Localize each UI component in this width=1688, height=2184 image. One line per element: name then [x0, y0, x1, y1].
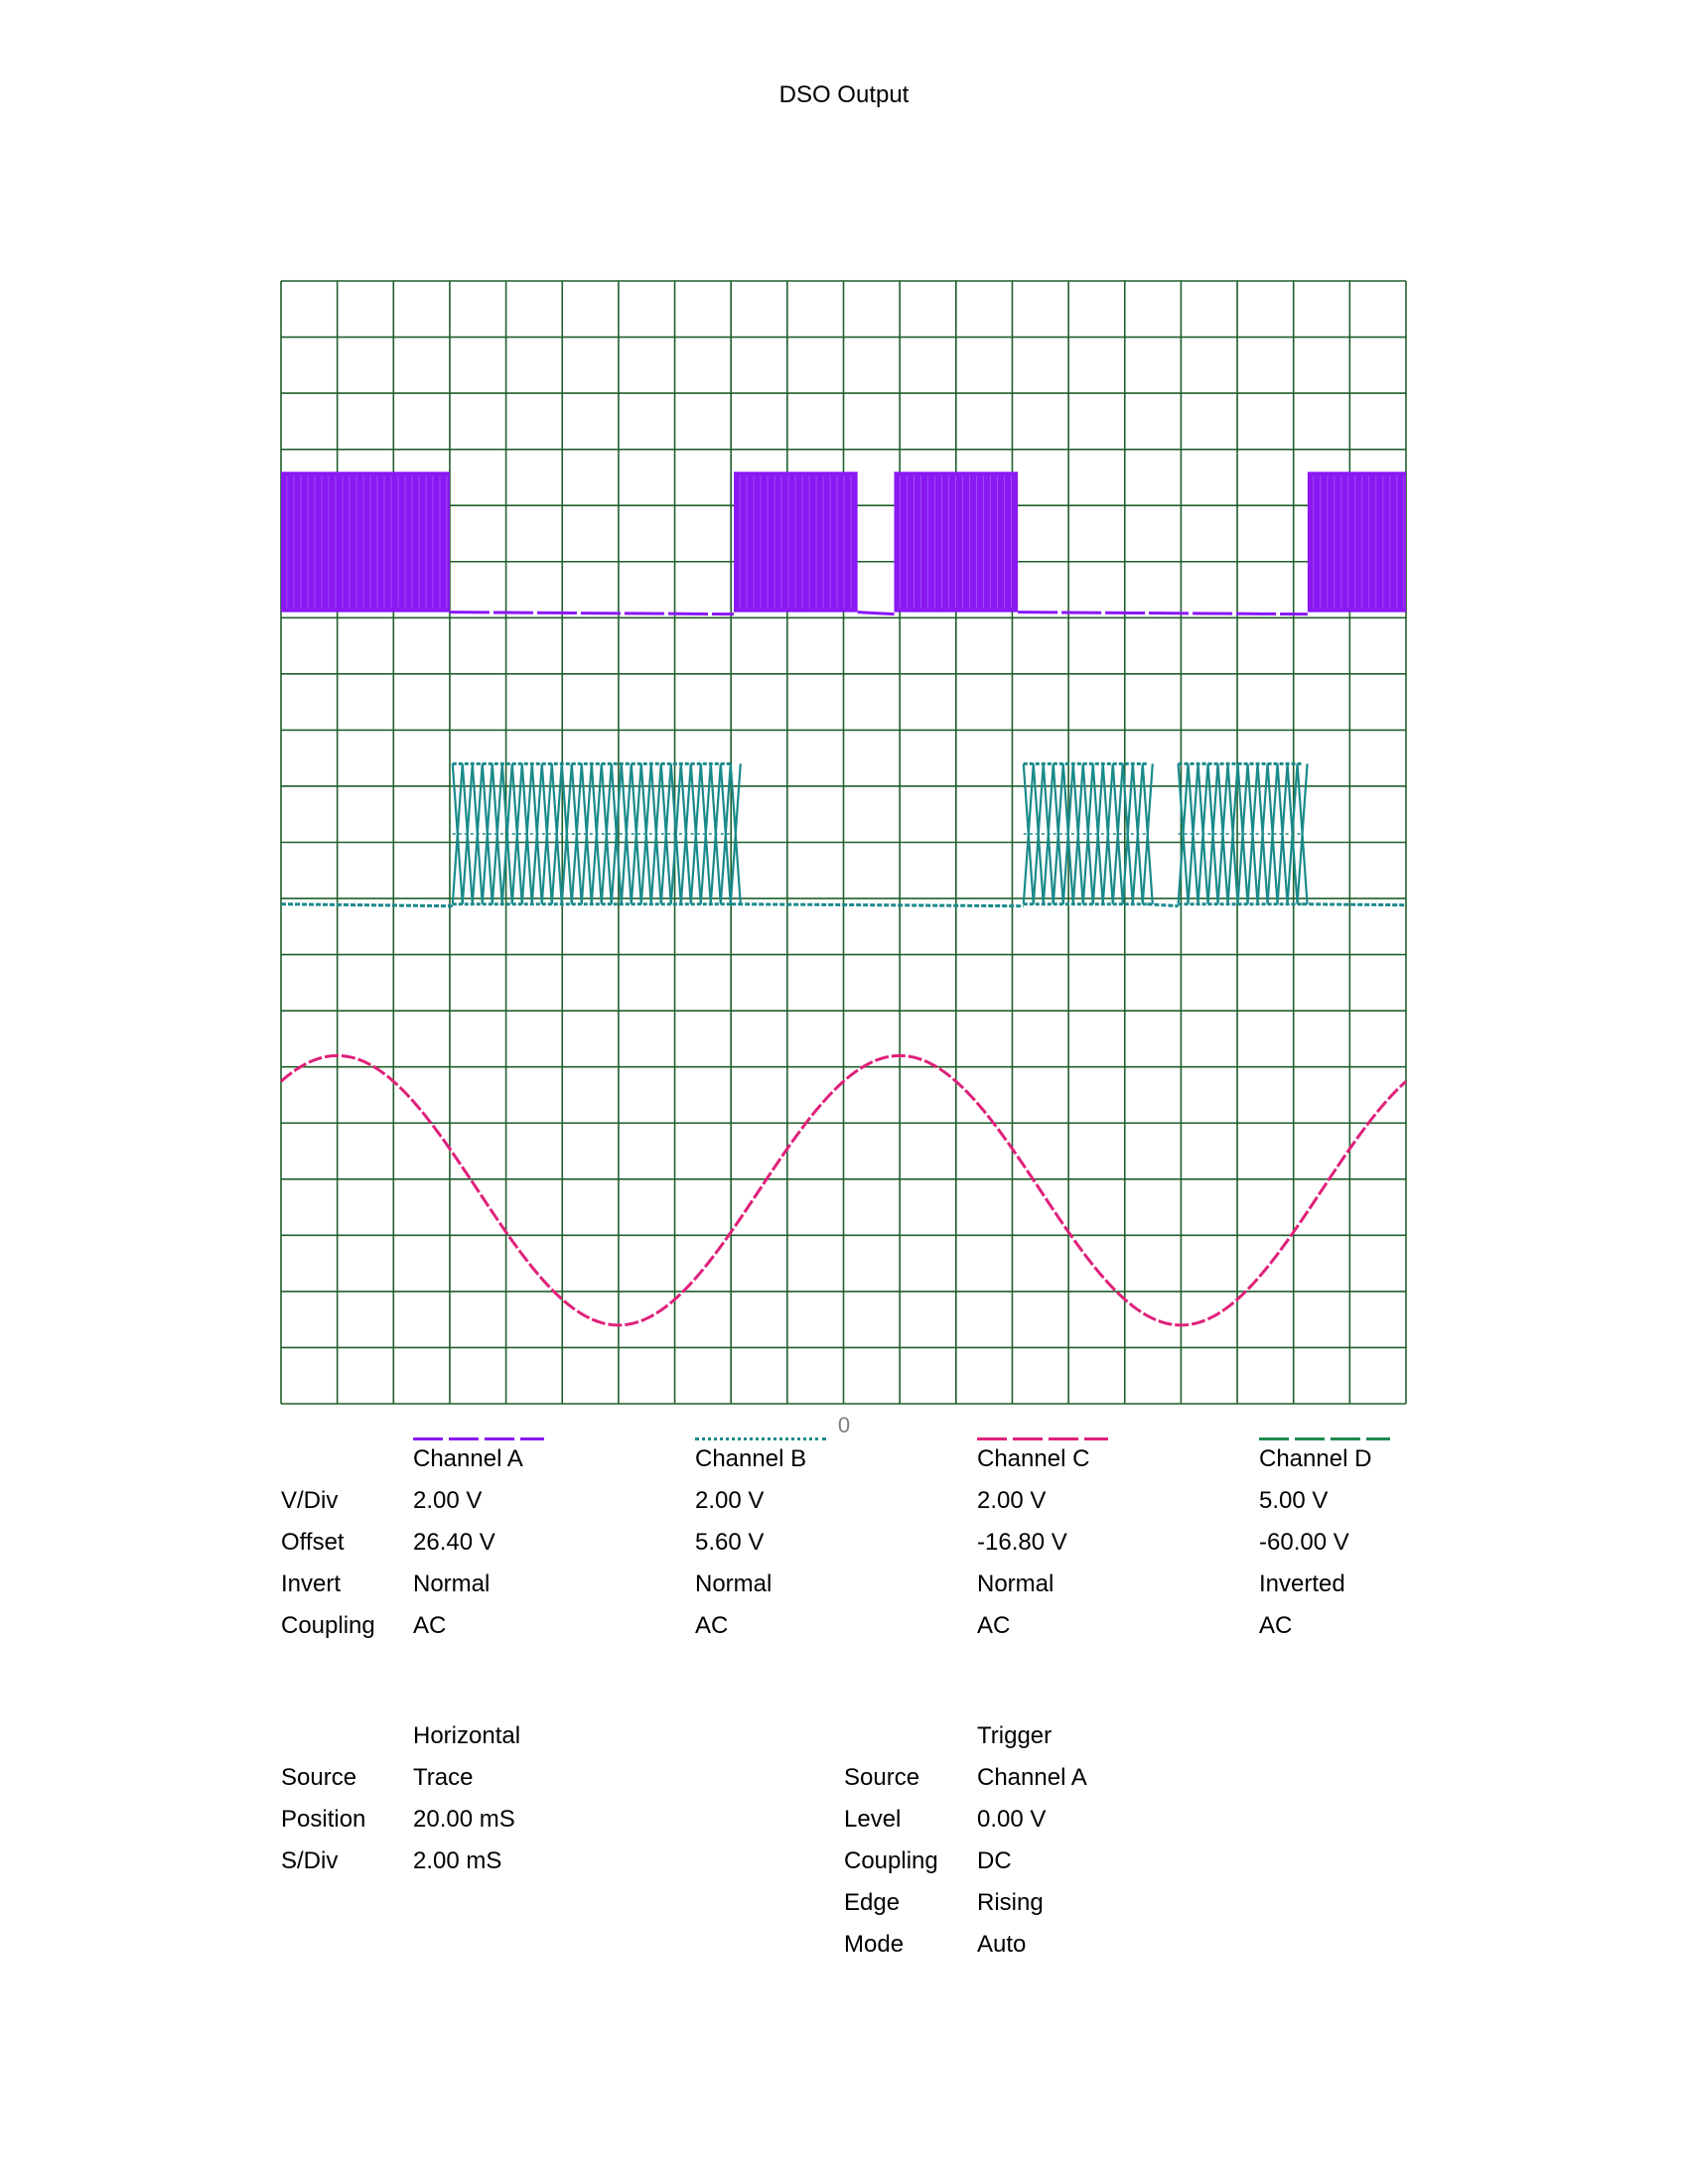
label-invert: Invert [281, 1570, 342, 1597]
series-burst-0 [1307, 472, 1406, 613]
channel-a-vdiv: 2.00 V [413, 1487, 483, 1514]
horizontal-position: 20.00 mS [413, 1806, 515, 1833]
trigger-coupling: DC [977, 1847, 1012, 1874]
trigger-title: Trigger [977, 1722, 1053, 1749]
trigger-label-edge: Edge [844, 1889, 901, 1916]
series-burst-0 [734, 472, 858, 613]
series-baseline-0 [1018, 611, 1308, 616]
horizontal-label-sdiv: S/Div [281, 1847, 339, 1874]
channel-b-invert: Normal [695, 1570, 773, 1597]
trigger-values: Channel A 0.00 V DC Rising Auto [977, 1757, 1087, 1966]
channel-a-name: Channel A [413, 1445, 523, 1472]
channel-c-offset: -16.80 V [977, 1529, 1067, 1556]
horizontal-source: Trace [413, 1764, 474, 1791]
channel-row-labels: V/Div Offset Invert Coupling [281, 1480, 375, 1647]
channel-b-coupling: AC [695, 1612, 729, 1639]
series-baseline-0 [857, 611, 895, 616]
horizontal-values: Trace 20.00 mS 2.00 mS [413, 1757, 515, 1882]
label-offset: Offset [281, 1529, 345, 1556]
trigger-level: 0.00 V [977, 1806, 1047, 1833]
channel-a-coupling: AC [413, 1612, 447, 1639]
horizontal-label-position: Position [281, 1806, 366, 1833]
label-coupling: Coupling [281, 1612, 375, 1639]
series-baseline-1 [280, 902, 453, 908]
channel-b-offset: 5.60 V [695, 1529, 765, 1556]
channel-a-column: Channel A 2.00 V 26.40 V Normal AC [413, 1438, 523, 1647]
series-baseline-1 [731, 902, 1024, 908]
series-baseline-1 [1302, 902, 1407, 907]
channel-d-column: Channel D 5.00 V -60.00 V Inverted AC [1259, 1438, 1371, 1647]
trigger-label-coupling: Coupling [844, 1847, 938, 1874]
channel-c-column: Channel C 2.00 V -16.80 V Normal AC [977, 1438, 1089, 1647]
series-burst-0 [894, 472, 1019, 613]
series-baseline-0 [449, 611, 735, 616]
channel-a-invert: Normal [413, 1570, 491, 1597]
horizontal-title: Horizontal [413, 1722, 521, 1749]
series-baseline-1 [1147, 902, 1179, 908]
zero-marker: 0 [837, 1413, 851, 1437]
trigger-label-mode: Mode [844, 1931, 905, 1958]
channel-b-column: Channel B 2.00 V 5.60 V Normal AC [695, 1438, 806, 1647]
oscilloscope-plot [280, 280, 1408, 1405]
trigger-mode: Auto [977, 1931, 1027, 1958]
channel-c-name: Channel C [977, 1445, 1090, 1472]
channel-d-invert: Inverted [1259, 1570, 1345, 1597]
label-vdiv: V/Div [281, 1487, 339, 1514]
channel-b-vdiv: 2.00 V [695, 1487, 765, 1514]
trigger-label-source: Source [844, 1764, 920, 1791]
channel-d-name: Channel D [1259, 1445, 1372, 1472]
horizontal-label-source: Source [281, 1764, 357, 1791]
channel-d-offset: -60.00 V [1259, 1529, 1349, 1556]
series-burst-0 [281, 472, 450, 613]
trigger-heading: Trigger [977, 1715, 1052, 1757]
trigger-edge: Rising [977, 1889, 1044, 1916]
horizontal-sdiv: 2.00 mS [413, 1847, 502, 1874]
channel-c-vdiv: 2.00 V [977, 1487, 1047, 1514]
horizontal-labels: Source Position S/Div [281, 1757, 365, 1882]
horizontal-heading: Horizontal [413, 1715, 520, 1757]
trigger-label-level: Level [844, 1806, 902, 1833]
channel-a-offset: 26.40 V [413, 1529, 495, 1556]
channel-d-vdiv: 5.00 V [1259, 1487, 1329, 1514]
trigger-source: Channel A [977, 1764, 1087, 1791]
channel-c-coupling: AC [977, 1612, 1011, 1639]
channel-b-name: Channel B [695, 1445, 807, 1472]
trigger-labels: Source Level Coupling Edge Mode [844, 1757, 938, 1966]
channel-c-invert: Normal [977, 1570, 1055, 1597]
channel-d-coupling: AC [1259, 1612, 1293, 1639]
